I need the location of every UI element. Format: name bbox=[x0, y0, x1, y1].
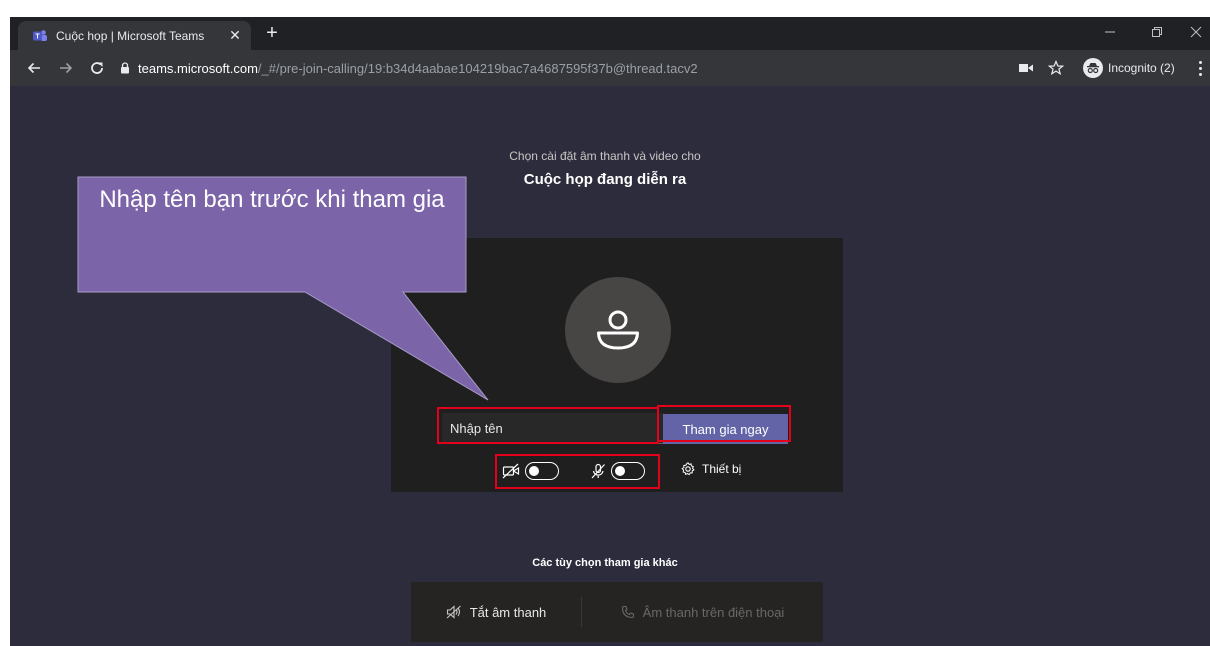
gear-icon bbox=[681, 462, 695, 476]
incognito-icon bbox=[1083, 58, 1103, 78]
lock-icon bbox=[120, 62, 130, 74]
address-bar[interactable]: teams.microsoft.com/_#/pre-join-calling/… bbox=[114, 54, 1059, 82]
bookmark-star-button[interactable] bbox=[1046, 58, 1066, 78]
person-icon bbox=[597, 310, 639, 350]
teams-favicon-icon: T bbox=[32, 28, 48, 44]
reload-button[interactable] bbox=[85, 56, 109, 80]
restore-icon bbox=[1152, 27, 1162, 37]
url-path: /_#/pre-join-calling/19:b34d4aabae104219… bbox=[257, 60, 698, 76]
teams-prejoin-page: Chọn cài đặt âm thanh và video cho Cuộc … bbox=[10, 86, 1210, 646]
more-icon bbox=[1198, 60, 1202, 64]
forward-button[interactable] bbox=[54, 56, 78, 80]
audio-off-option[interactable]: Tắt âm thanh bbox=[411, 605, 581, 620]
incognito-indicator[interactable]: Incognito (2) bbox=[1083, 55, 1175, 81]
close-window-button[interactable] bbox=[1176, 21, 1210, 43]
speaker-off-icon bbox=[446, 605, 461, 619]
back-arrow-icon bbox=[27, 62, 40, 74]
camera-indicator-button[interactable] bbox=[1016, 58, 1036, 78]
forward-arrow-icon bbox=[60, 62, 73, 74]
audio-off-label: Tắt âm thanh bbox=[469, 604, 547, 620]
tab-title: Cuộc họp | Microsoft Teams bbox=[56, 28, 205, 43]
phone-icon bbox=[621, 605, 634, 619]
browser-toolbar: teams.microsoft.com/_#/pre-join-calling/… bbox=[10, 50, 1210, 86]
prejoin-subtitle: Chọn cài đặt âm thanh và video cho bbox=[509, 149, 701, 163]
other-join-options: Tắt âm thanh Âm thanh trên điện thoại bbox=[411, 582, 823, 642]
svg-text:T: T bbox=[35, 33, 40, 40]
url-host: teams.microsoft.com bbox=[138, 60, 258, 76]
minimize-icon bbox=[1105, 31, 1115, 33]
close-tab-icon[interactable]: ✕ bbox=[227, 27, 243, 44]
prejoin-card: Tham gia ngay bbox=[391, 238, 843, 492]
restore-button[interactable] bbox=[1137, 21, 1177, 43]
browser-menu-button[interactable] bbox=[1194, 58, 1206, 78]
meeting-title: Cuộc họp đang diễn ra bbox=[523, 171, 687, 188]
video-camera-icon bbox=[1019, 64, 1033, 72]
devices-label: Thiết bị bbox=[702, 462, 742, 476]
tab-strip: T Cuộc họp | Microsoft Teams ✕ + bbox=[10, 17, 1210, 50]
reload-icon bbox=[91, 62, 103, 74]
phone-audio-label: Âm thanh trên điện thoại bbox=[642, 604, 785, 620]
join-button-highlight bbox=[657, 405, 791, 442]
browser-tab[interactable]: T Cuộc họp | Microsoft Teams ✕ bbox=[18, 21, 251, 50]
more-icon bbox=[1198, 72, 1202, 76]
close-icon bbox=[1190, 26, 1202, 38]
incognito-label: Incognito (2) bbox=[1108, 61, 1175, 75]
browser-window: T Cuộc họp | Microsoft Teams ✕ + teams.m… bbox=[10, 17, 1210, 646]
more-icon bbox=[1198, 66, 1202, 70]
name-input-highlight bbox=[437, 407, 659, 444]
toggles-highlight bbox=[495, 454, 660, 489]
back-button[interactable] bbox=[22, 56, 46, 80]
phone-audio-option[interactable]: Âm thanh trên điện thoại bbox=[582, 605, 823, 620]
minimize-button[interactable] bbox=[1090, 21, 1130, 43]
other-options-title: Các tùy chọn tham gia khác bbox=[532, 557, 678, 569]
avatar bbox=[565, 277, 671, 383]
star-icon bbox=[1048, 60, 1064, 76]
device-settings-button[interactable]: Thiết bị bbox=[681, 462, 741, 476]
new-tab-button[interactable]: + bbox=[260, 23, 284, 45]
